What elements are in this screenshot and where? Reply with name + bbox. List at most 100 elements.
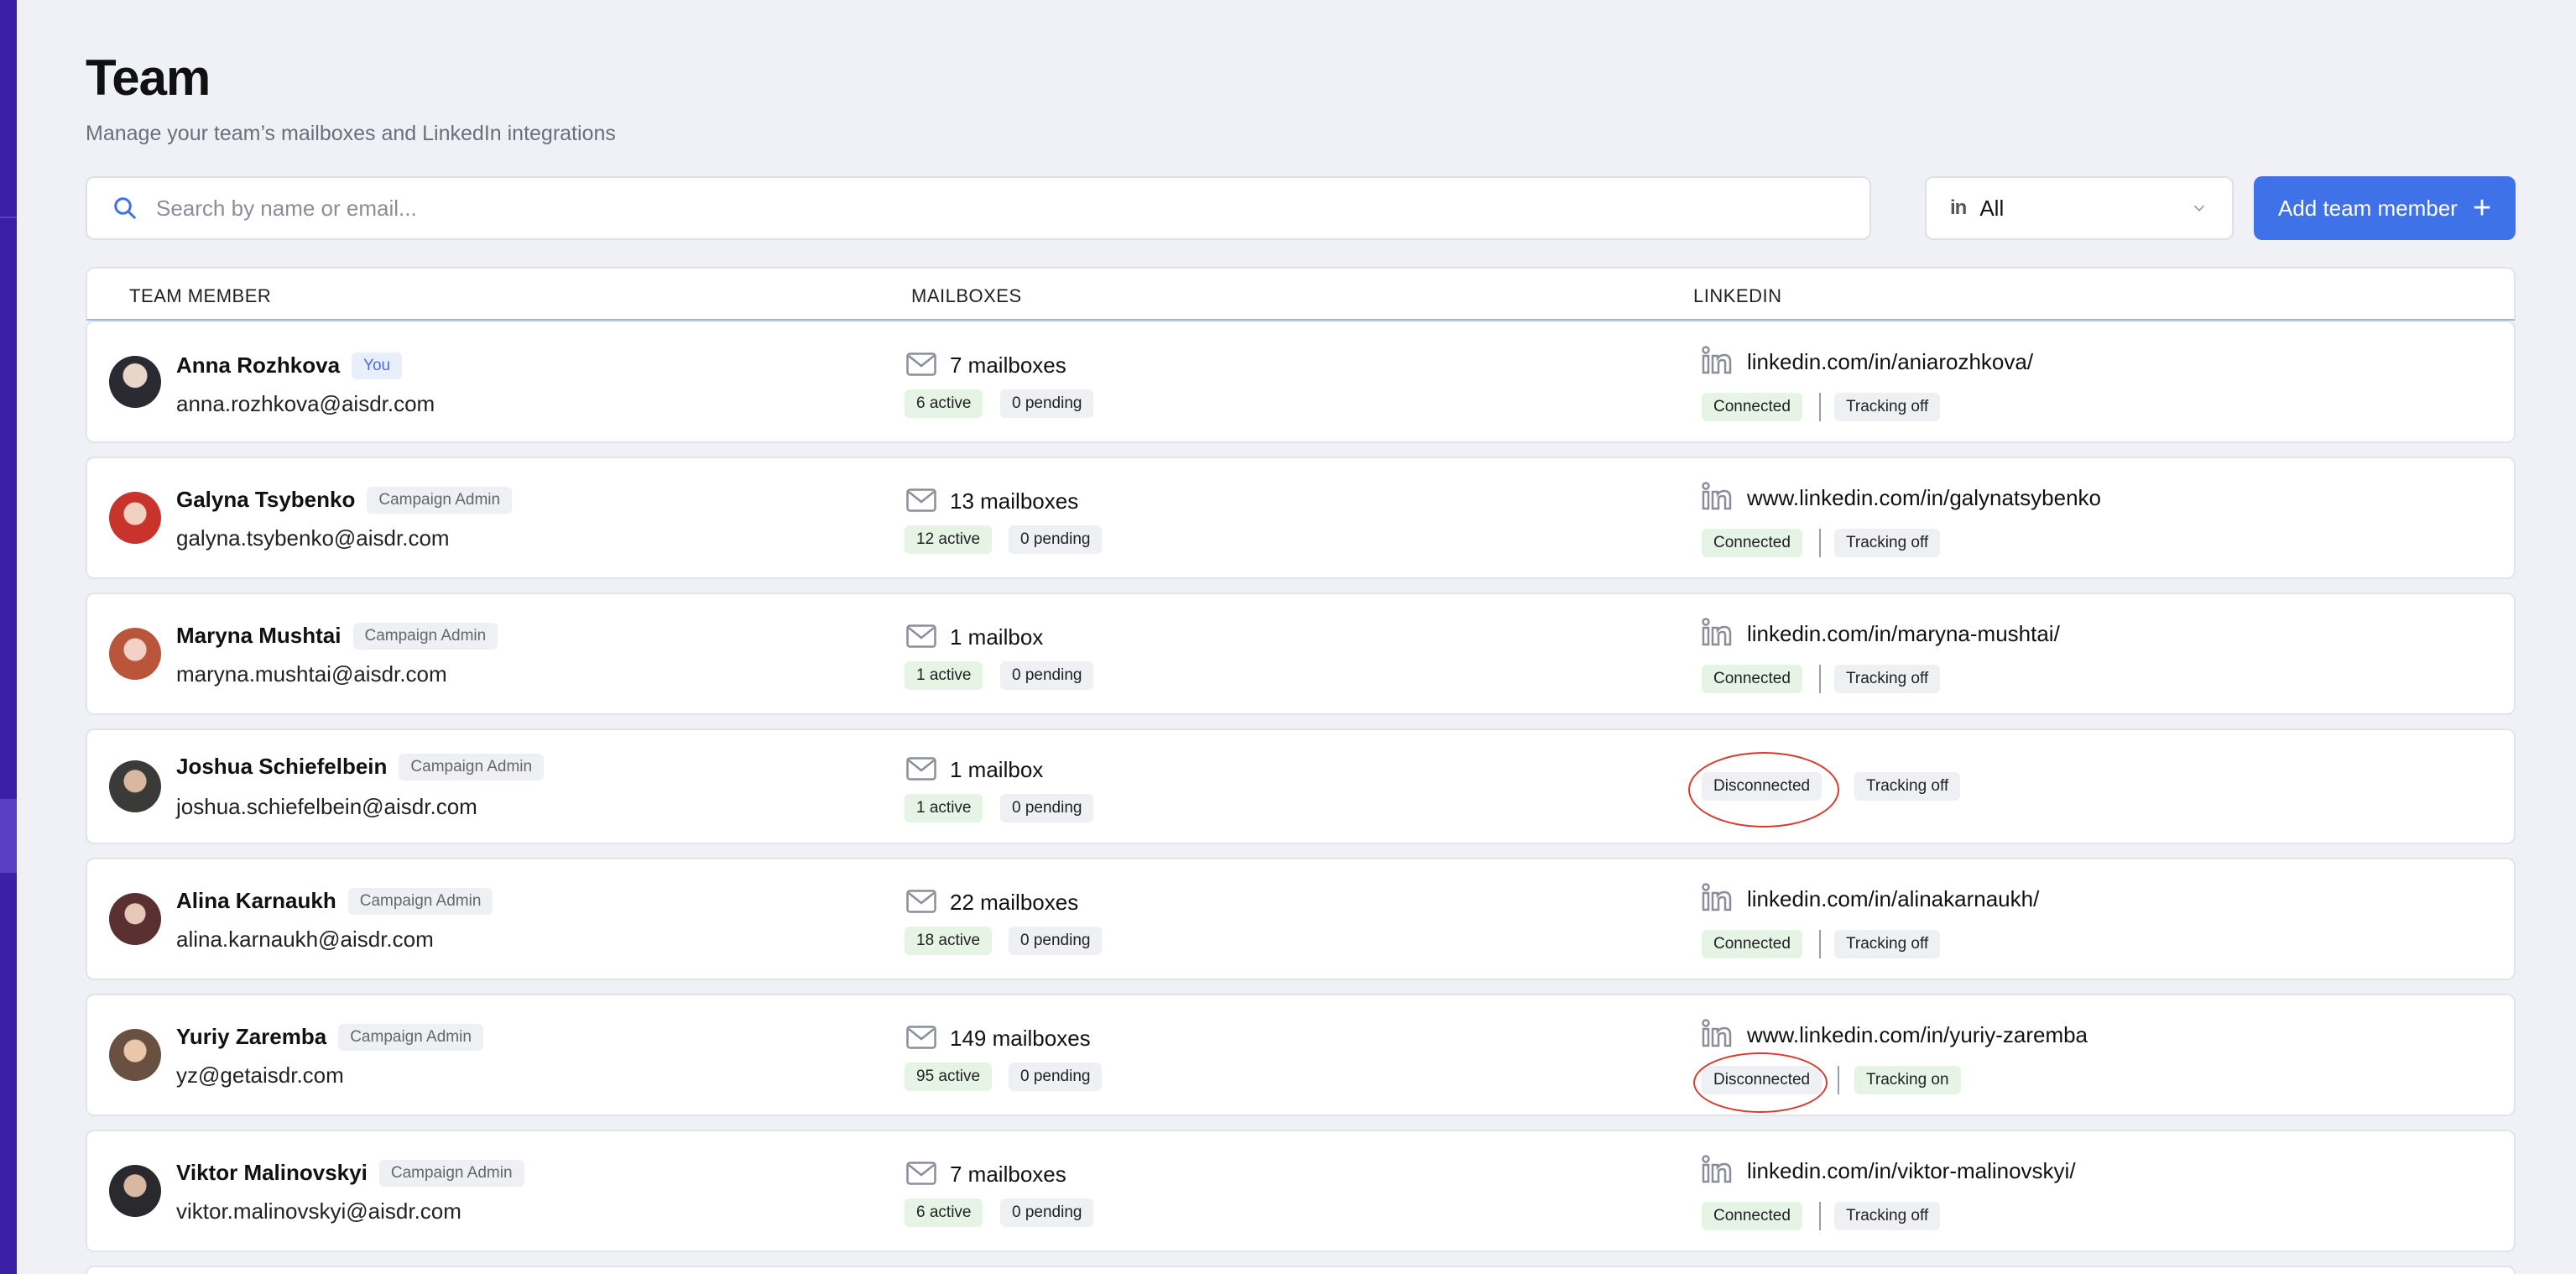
- active-badge: 1 active: [905, 794, 983, 822]
- member-email: joshua.schiefelbein@aisdr.com: [176, 794, 477, 819]
- linkedin-icon: [1702, 482, 1732, 510]
- search-icon: [114, 197, 136, 219]
- tracking-status: Tracking on: [1854, 1066, 1961, 1094]
- mail-icon: [906, 890, 936, 913]
- avatar: [109, 628, 161, 680]
- pending-badge: 0 pending: [1000, 794, 1094, 822]
- tracking-status: Tracking off: [1834, 930, 1941, 958]
- table-row[interactable]: [86, 1266, 2516, 1274]
- role-badge: Campaign Admin: [367, 487, 513, 514]
- pending-badge: 0 pending: [1000, 389, 1094, 418]
- mailbox-count: 22 mailboxes: [950, 890, 1079, 915]
- member-name: Viktor Malinovskyi Campaign Admin: [176, 1160, 524, 1187]
- header-team-member: TEAM MEMBER: [129, 285, 272, 306]
- mail-icon: [906, 624, 936, 648]
- search-box[interactable]: [86, 176, 1871, 240]
- avatar: [109, 760, 161, 812]
- avatar: [109, 356, 161, 408]
- connection-status: Connected: [1702, 1202, 1802, 1230]
- divider: [1819, 930, 1821, 958]
- tracking-status: Tracking off: [1834, 393, 1941, 421]
- search-input[interactable]: [156, 195, 1750, 222]
- member-name: Maryna Mushtai Campaign Admin: [176, 623, 498, 650]
- table-row[interactable]: Joshua Schiefelbein Campaign Admin joshua…: [86, 728, 2516, 844]
- pending-badge: 0 pending: [1000, 661, 1094, 690]
- mailbox-count: 1 mailbox: [950, 757, 1044, 782]
- table-row[interactable]: Viktor Malinovskyi Campaign Admin viktor.…: [86, 1130, 2516, 1252]
- active-badge: 12 active: [905, 525, 993, 554]
- linkedin-icon: in: [1950, 196, 1967, 219]
- active-badge: 1 active: [905, 661, 983, 690]
- chevron-down-icon: [2193, 205, 2205, 212]
- pending-badge: 0 pending: [1009, 525, 1103, 554]
- tracking-status: Tracking off: [1834, 665, 1941, 693]
- pending-badge: 0 pending: [1000, 1198, 1094, 1227]
- linkedin-icon: [1702, 1019, 1732, 1047]
- avatar: [109, 893, 161, 945]
- tracking-status: Tracking off: [1854, 772, 1961, 801]
- divider: [1819, 1202, 1821, 1230]
- avatar: [109, 1029, 161, 1081]
- member-email: viktor.malinovskyi@aisdr.com: [176, 1198, 461, 1224]
- sidebar-active-item[interactable]: [0, 799, 17, 873]
- active-badge: 6 active: [905, 389, 983, 418]
- mailbox-count: 7 mailboxes: [950, 1162, 1066, 1187]
- sidebar: [0, 0, 17, 1274]
- header-linkedin: LINKEDIN: [1693, 285, 1782, 306]
- linkedin-filter-select[interactable]: in All: [1925, 176, 2234, 240]
- tracking-status: Tracking off: [1834, 529, 1941, 557]
- connection-status: Connected: [1702, 393, 1802, 421]
- role-badge: Campaign Admin: [338, 1024, 483, 1051]
- table-row[interactable]: Alina Karnaukh Campaign Admin alina.karna…: [86, 858, 2516, 980]
- member-name: Joshua Schiefelbein Campaign Admin: [176, 754, 545, 781]
- role-badge: Campaign Admin: [347, 888, 493, 915]
- role-badge: You: [352, 352, 403, 379]
- add-team-member-label: Add team member: [2277, 195, 2458, 221]
- divider: [1819, 529, 1821, 557]
- connection-status: Connected: [1702, 665, 1802, 693]
- member-name: Galyna Tsybenko Campaign Admin: [176, 487, 513, 514]
- mail-icon: [906, 1026, 936, 1049]
- annotation-circle: [1693, 1052, 1828, 1113]
- linkedin-url[interactable]: linkedin.com/in/viktor-malinovskyi/: [1747, 1158, 2076, 1184]
- member-email: alina.karnaukh@aisdr.com: [176, 927, 434, 952]
- mail-icon: [906, 1162, 936, 1185]
- mail-icon: [906, 488, 936, 512]
- mail-icon: [906, 352, 936, 376]
- linkedin-url[interactable]: linkedin.com/in/aniarozhkova/: [1747, 349, 2033, 375]
- add-team-member-button[interactable]: Add team member +: [2254, 176, 2516, 240]
- divider: [1819, 665, 1821, 693]
- table-row[interactable]: Galyna Tsybenko Campaign Admin galyna.tsy…: [86, 457, 2516, 579]
- linkedin-icon: [1702, 346, 1732, 374]
- role-badge: Campaign Admin: [378, 1160, 524, 1187]
- mailbox-count: 149 mailboxes: [950, 1026, 1091, 1051]
- avatar: [109, 1165, 161, 1217]
- plus-icon: +: [2472, 191, 2492, 226]
- avatar: [109, 492, 161, 544]
- member-name: Anna Rozhkova You: [176, 352, 403, 379]
- member-email: anna.rozhkova@aisdr.com: [176, 391, 435, 416]
- sidebar-divider: [0, 217, 17, 218]
- pending-badge: 0 pending: [1009, 927, 1103, 955]
- tracking-status: Tracking off: [1834, 1202, 1941, 1230]
- linkedin-icon: [1702, 1155, 1732, 1183]
- active-badge: 6 active: [905, 1198, 983, 1227]
- linkedin-url[interactable]: linkedin.com/in/maryna-mushtai/: [1747, 621, 2060, 647]
- table-row[interactable]: Anna Rozhkova You anna.rozhkova@aisdr.com…: [86, 321, 2516, 443]
- member-name: Alina Karnaukh Campaign Admin: [176, 888, 493, 915]
- member-email: galyna.tsybenko@aisdr.com: [176, 525, 450, 551]
- active-badge: 18 active: [905, 927, 993, 955]
- connection-status: Connected: [1702, 930, 1802, 958]
- role-badge: Campaign Admin: [352, 623, 498, 650]
- role-badge: Campaign Admin: [399, 754, 545, 781]
- linkedin-url[interactable]: www.linkedin.com/in/yuriy-zaremba: [1747, 1022, 2088, 1048]
- connection-status: Connected: [1702, 529, 1802, 557]
- linkedin-url[interactable]: www.linkedin.com/in/galynatsybenko: [1747, 485, 2101, 511]
- mail-icon: [906, 757, 936, 781]
- page-subtitle: Manage your team’s mailboxes and LinkedI…: [86, 122, 616, 145]
- page-title: Team: [86, 50, 211, 106]
- table-row[interactable]: Yuriy Zaremba Campaign Admin yz@getaisdr.…: [86, 994, 2516, 1116]
- table-row[interactable]: Maryna Mushtai Campaign Admin maryna.mush…: [86, 593, 2516, 715]
- linkedin-url[interactable]: linkedin.com/in/alinakarnaukh/: [1747, 886, 2039, 912]
- linkedin-icon: [1702, 883, 1732, 911]
